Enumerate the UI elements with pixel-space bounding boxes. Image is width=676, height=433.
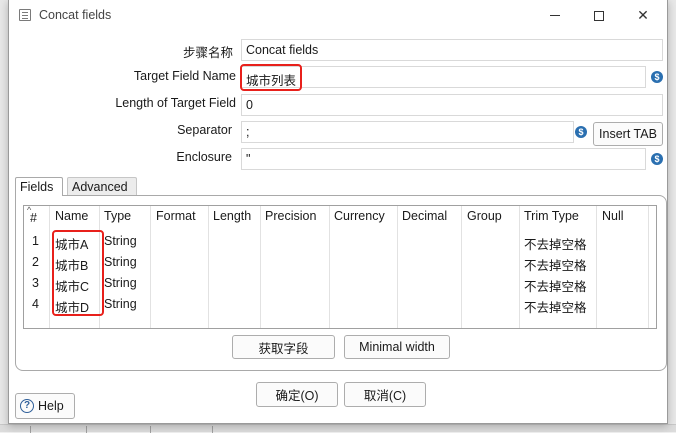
window-title: Concat fields	[39, 8, 112, 22]
get-fields-button[interactable]: 获取字段	[232, 335, 335, 359]
concat-fields-dialog: Concat fields ✕ 步骤名称 Concat fields Targe…	[8, 0, 668, 424]
trim-type-cell[interactable]: 不去掉空格	[524, 276, 587, 295]
column-header-name[interactable]: Name	[55, 209, 88, 223]
column-header-group[interactable]: Group	[467, 209, 502, 223]
column-header-currency[interactable]: Currency	[334, 209, 385, 223]
target-field-label: Target Field Name	[133, 69, 236, 83]
column-header-precision[interactable]: Precision	[265, 209, 316, 223]
close-button[interactable]: ✕	[621, 0, 665, 31]
help-icon: ?	[20, 399, 34, 413]
trim-type-cell[interactable]: 不去掉空格	[524, 234, 587, 253]
trim-type-cell[interactable]: 不去掉空格	[524, 255, 587, 274]
enclosure-label: Enclosure	[176, 150, 232, 164]
length-label: Length of Target Field	[115, 96, 236, 110]
table-column	[398, 206, 462, 328]
maximize-button[interactable]	[577, 0, 621, 31]
enclosure-input[interactable]: "	[241, 148, 646, 170]
background-app-strip	[0, 424, 676, 433]
variable-icon[interactable]: $	[575, 126, 587, 138]
field-type-cell[interactable]: String	[104, 297, 137, 311]
help-button[interactable]: ? Help	[15, 393, 75, 419]
target-field-highlight	[240, 64, 302, 91]
column-header-trim-type[interactable]: Trim Type	[524, 209, 579, 223]
fields-table[interactable]: ^ # Name Type Format Length Precision Cu…	[23, 205, 657, 329]
variable-icon[interactable]: $	[651, 153, 663, 165]
field-type-cell[interactable]: String	[104, 234, 137, 248]
insert-tab-button[interactable]: Insert TAB	[593, 122, 663, 146]
row-index: 3	[32, 276, 39, 290]
ok-button[interactable]: 确定(O)	[256, 382, 338, 407]
table-column	[209, 206, 261, 328]
column-header-length[interactable]: Length	[213, 209, 251, 223]
separator-label: Separator	[177, 123, 232, 137]
dialog-icon	[19, 9, 31, 21]
maximize-icon	[594, 10, 604, 21]
step-name-label: 步骤名称	[182, 46, 233, 60]
table-column	[597, 206, 649, 328]
cancel-button[interactable]: 取消(C)	[344, 382, 426, 407]
row-index: 4	[32, 297, 39, 311]
variable-icon[interactable]: $	[651, 71, 663, 83]
help-label: Help	[38, 399, 64, 413]
column-header-format[interactable]: Format	[156, 209, 196, 223]
row-index: 1	[32, 234, 39, 248]
table-column	[462, 206, 520, 328]
minimize-icon	[550, 15, 560, 16]
row-index: 2	[32, 255, 39, 269]
step-name-input[interactable]: Concat fields	[241, 39, 663, 61]
close-icon: ✕	[637, 7, 649, 23]
table-column	[330, 206, 398, 328]
column-header-null[interactable]: Null	[602, 209, 624, 223]
table-column	[261, 206, 330, 328]
column-header-decimal[interactable]: Decimal	[402, 209, 447, 223]
field-type-cell[interactable]: String	[104, 255, 137, 269]
column-header-index[interactable]: #	[30, 211, 37, 225]
tab-fields[interactable]: Fields	[15, 177, 63, 196]
table-column	[151, 206, 209, 328]
column-header-type[interactable]: Type	[104, 209, 131, 223]
length-input[interactable]: 0	[241, 94, 663, 116]
field-type-cell[interactable]: String	[104, 276, 137, 290]
name-column-highlight	[52, 230, 104, 316]
minimize-button[interactable]	[533, 0, 577, 31]
separator-input[interactable]: ;	[241, 121, 574, 143]
trim-type-cell[interactable]: 不去掉空格	[524, 297, 587, 316]
minimal-width-button[interactable]: Minimal width	[344, 335, 450, 359]
tab-advanced[interactable]: Advanced	[67, 177, 137, 196]
title-bar: Concat fields ✕	[9, 0, 667, 31]
